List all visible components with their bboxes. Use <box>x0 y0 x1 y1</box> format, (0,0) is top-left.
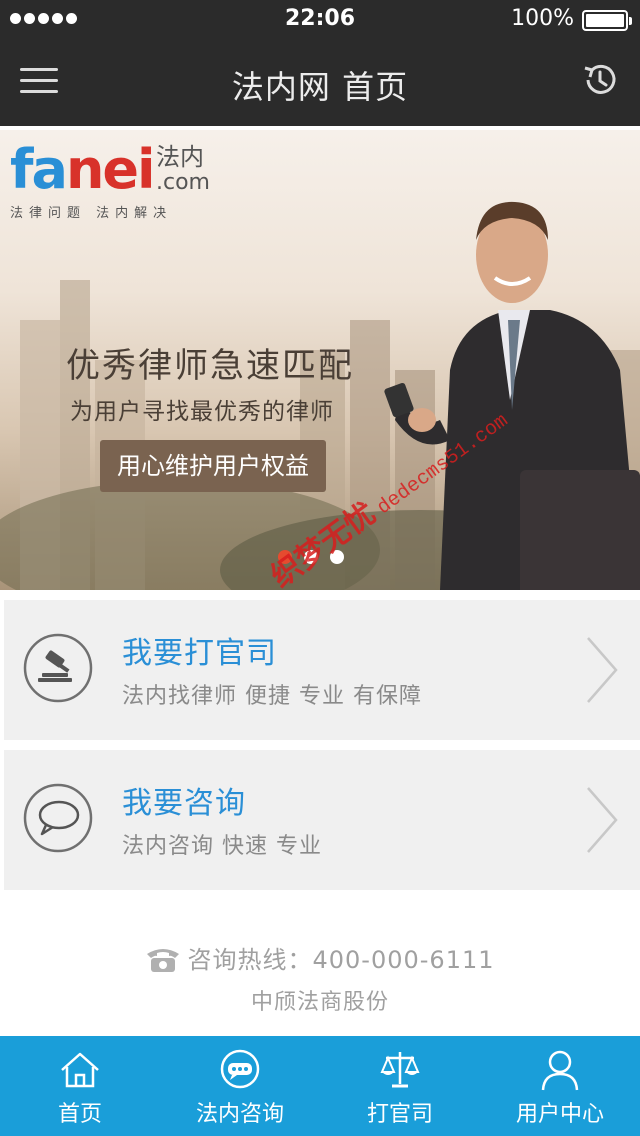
tab-home[interactable]: 首页 <box>0 1036 160 1136</box>
status-bar: 22:06 100% <box>0 0 640 40</box>
hotline-label: 咨询热线：400-000-6111 <box>187 946 495 974</box>
consultation-card[interactable]: 我要咨询 法内咨询 快速 专业 <box>4 750 640 890</box>
battery-icon <box>582 10 632 31</box>
company-name: 中颀法商股份 <box>250 990 389 1015</box>
tab-user-center-label: 用户中心 <box>515 1102 604 1127</box>
tab-user-center[interactable]: 用户中心 <box>480 1036 640 1136</box>
gavel-icon <box>23 633 93 703</box>
litigation-card-description: 法内找律师 便捷 专业 有保障 <box>122 684 422 709</box>
tab-consultation[interactable]: 法内咨询 <box>160 1036 320 1136</box>
consultation-card-description: 法内咨询 快速 专业 <box>122 834 322 859</box>
home-icon <box>61 1052 99 1088</box>
chevron-right-icon <box>587 637 618 703</box>
litigation-card-title: 我要打官司 <box>122 636 277 671</box>
banner-headline: 优秀律师急速匹配 <box>66 346 354 386</box>
businessman-image <box>384 201 640 590</box>
litigation-card[interactable]: 我要打官司 法内找律师 便捷 专业 有保障 <box>4 600 640 740</box>
banner-cta-button[interactable]: 用心维护用户权益 <box>100 440 326 492</box>
banner-subtitle: 为用户寻找最优秀的律师 <box>70 399 334 425</box>
consultation-card-title: 我要咨询 <box>122 786 246 821</box>
telephone-icon <box>147 949 180 972</box>
page-title: 法内网 首页 <box>231 68 409 106</box>
chat-icon <box>220 1049 260 1089</box>
fanei-logo: fanei 法内 .com 法律问题 法内解决 <box>10 138 210 222</box>
scales-icon <box>380 1052 420 1088</box>
chevron-right-icon <box>587 787 618 853</box>
tab-home-label: 首页 <box>57 1102 102 1127</box>
history-icon[interactable] <box>580 60 620 100</box>
battery-percentage: 100% <box>511 6 574 31</box>
bottom-tab-bar: 首页 法内咨询 打官司 用户中心 <box>0 1036 640 1136</box>
navigation-bar: 法内网 首页 <box>0 40 640 126</box>
user-icon <box>541 1050 579 1091</box>
hotline-text[interactable]: 咨询热线：400-000-6111 <box>0 940 640 975</box>
tab-litigation-label: 打官司 <box>366 1102 433 1127</box>
speech-bubble-icon <box>23 783 93 853</box>
tab-consultation-label: 法内咨询 <box>195 1102 284 1127</box>
tab-litigation[interactable]: 打官司 <box>320 1036 480 1136</box>
